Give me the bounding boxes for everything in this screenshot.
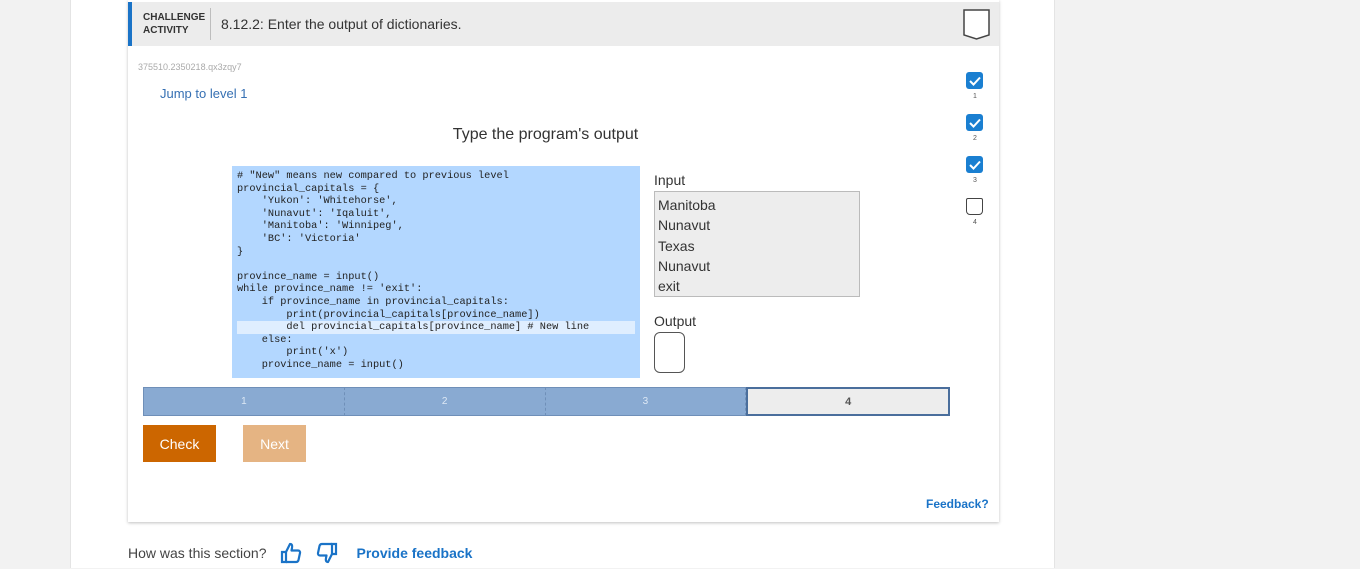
- checkmark-icon: [966, 114, 983, 131]
- activity-type-label: CHALLENGE ACTIVITY: [143, 12, 206, 36]
- code-line: print(provincial_capitals[province_name]…: [237, 308, 540, 321]
- input-line: Texas: [658, 237, 695, 254]
- progress-item: 3: [965, 156, 985, 184]
- incomplete-icon: [966, 198, 983, 215]
- check-button[interactable]: Check: [143, 425, 216, 462]
- code-line: else:: [237, 333, 293, 346]
- activity-header: CHALLENGE ACTIVITY 8.12.2: Enter the out…: [128, 2, 999, 46]
- level-1[interactable]: 1: [143, 387, 345, 416]
- feedback-link[interactable]: Feedback?: [926, 497, 989, 511]
- progress-number: 3: [973, 177, 977, 184]
- code-line: 'Nunavut': 'Iqaluit',: [237, 207, 392, 220]
- code-line: print('x'): [237, 346, 349, 359]
- thumbs-down-icon[interactable]: [315, 542, 339, 564]
- output-label: Output: [654, 313, 697, 329]
- checkmark-icon: [966, 156, 983, 173]
- progress-item: 2: [965, 114, 985, 142]
- header-divider: [210, 8, 211, 40]
- input-line: Manitoba: [658, 197, 716, 213]
- code-line: # "New" means new compared to previous l…: [237, 170, 509, 182]
- code-line: provincial_capitals = {: [237, 182, 380, 195]
- activity-title: 8.12.2: Enter the output of dictionaries…: [221, 16, 462, 32]
- input-line: exit: [658, 278, 680, 295]
- input-label: Input: [654, 172, 686, 188]
- input-box: Manitoba Nunavut Texas Nunavut exit: [654, 191, 860, 297]
- input-line: Nunavut: [658, 217, 711, 234]
- checkmark-icon: [966, 72, 983, 89]
- level-2[interactable]: 2: [344, 387, 546, 416]
- level-3[interactable]: 3: [545, 387, 747, 416]
- progress-item: 4: [965, 198, 985, 226]
- code-line: }: [237, 245, 244, 258]
- next-button[interactable]: Next: [243, 425, 306, 462]
- progress-number: 4: [973, 219, 977, 226]
- rating-question: How was this section?: [128, 545, 267, 561]
- code-line: 'Manitoba': 'Winnipeg',: [237, 220, 404, 233]
- code-line: 'Yukon': 'Whitehorse',: [237, 195, 398, 208]
- provide-feedback-link[interactable]: Provide feedback: [357, 545, 473, 561]
- code-line: province_name = input(): [237, 358, 404, 371]
- code-line: del provincial_capitals[province_name] #…: [237, 321, 635, 334]
- code-line: province_name = input(): [237, 270, 380, 283]
- code-line: 'BC': 'Victoria': [237, 232, 361, 245]
- code-line: if province_name in provincial_capitals:: [237, 295, 509, 308]
- progress-number: 1: [973, 93, 977, 100]
- section-rating: How was this section? Provide feedback: [128, 542, 472, 564]
- thumbs-up-icon[interactable]: [279, 542, 303, 564]
- code-block: # "New" means new compared to previous l…: [232, 166, 640, 378]
- completion-badge-icon: [962, 8, 991, 41]
- level-4[interactable]: 4: [746, 387, 950, 416]
- code-line: while province_name != 'exit':: [237, 283, 423, 296]
- progress-item: 1: [965, 72, 985, 100]
- output-field[interactable]: [654, 332, 685, 373]
- instruction-heading: Type the program's output: [452, 126, 639, 143]
- progress-number: 2: [973, 135, 977, 142]
- activity-id: 375510.2350218.qx3zqy7: [138, 62, 242, 72]
- level-bar: 1234: [143, 387, 950, 416]
- input-line: Nunavut: [658, 257, 711, 274]
- jump-to-level-link[interactable]: Jump to level 1: [160, 86, 247, 101]
- challenge-activity-card: CHALLENGE ACTIVITY 8.12.2: Enter the out…: [128, 0, 999, 522]
